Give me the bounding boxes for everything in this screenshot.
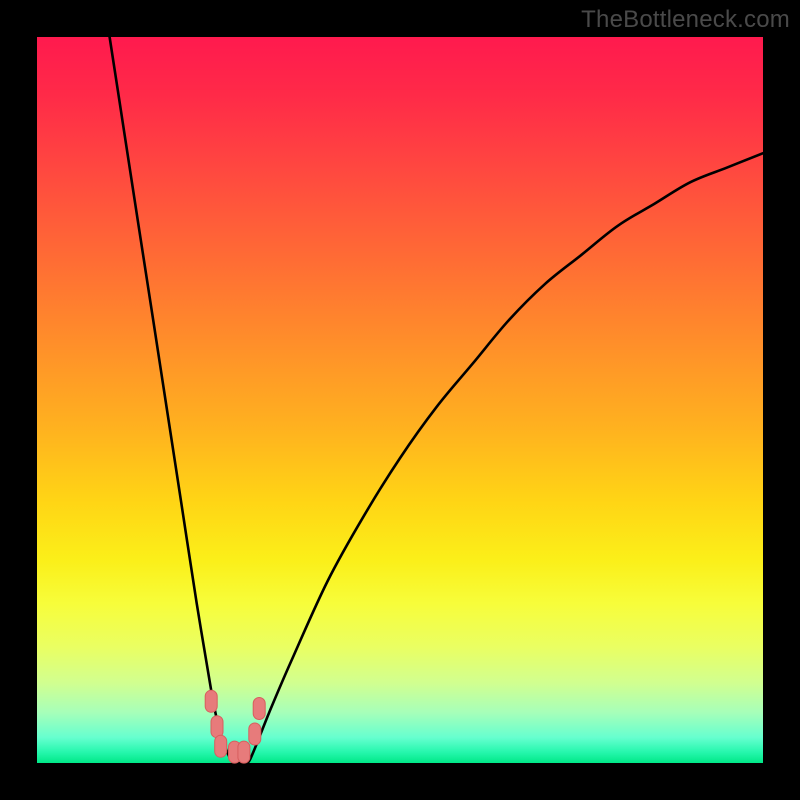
curve-marker [215,735,227,757]
curve-svg [37,37,763,763]
plot-area [37,37,763,763]
marker-group [205,690,265,763]
curve-marker [205,690,217,712]
watermark-text: TheBottleneck.com [581,6,790,34]
curve-marker [253,698,265,720]
chart-frame: TheBottleneck.com [0,0,800,800]
curve-marker [211,716,223,738]
bottleneck-curve [110,37,763,764]
curve-marker [238,741,250,763]
curve-marker [249,723,261,745]
